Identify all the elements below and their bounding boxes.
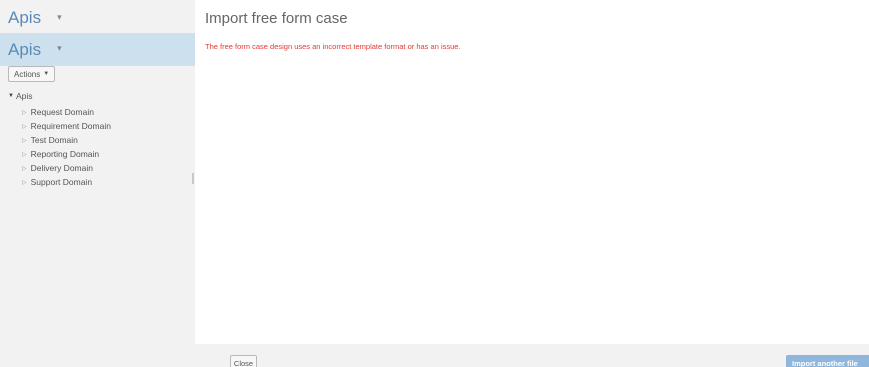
collapsed-triangle-icon: ▷: [22, 179, 27, 186]
tree-item-label: Test Domain: [30, 135, 78, 145]
tree-item[interactable]: ▷ Requirement Domain: [8, 119, 111, 133]
chevron-down-icon: ▾: [57, 11, 62, 22]
tree-item[interactable]: ▷ Test Domain: [8, 133, 111, 147]
tree-item[interactable]: ▷ Request Domain: [8, 105, 111, 119]
collapsed-triangle-icon: ▷: [22, 151, 27, 158]
collapsed-triangle-icon: ▷: [22, 165, 27, 172]
tree-item-label: Delivery Domain: [30, 163, 93, 173]
chevron-down-icon: ▾: [57, 43, 62, 53]
close-button[interactable]: Close: [230, 355, 257, 367]
caret-down-icon: ▼: [43, 71, 50, 77]
main-panel: Import free form case The free form case…: [195, 0, 869, 344]
project-selector-label: Apis: [8, 8, 42, 27]
tree-items: ▷ Request Domain ▷ Requirement Domain ▷ Test …: [8, 105, 111, 189]
collapsed-triangle-icon: ▷: [22, 137, 27, 144]
error-message: The free form case design uses an incorr…: [205, 42, 461, 51]
tree-item-label: Support Domain: [30, 177, 93, 187]
tree-root[interactable]: ▼ Apis: [8, 91, 111, 101]
actions-label: Actions: [14, 69, 41, 79]
import-another-file-button[interactable]: Import another file: [786, 355, 869, 367]
tree-item-label: Reporting Domain: [30, 149, 100, 159]
project-header-label: Apis: [8, 39, 42, 59]
domain-tree: ▼ Apis ▷ Request Domain ▷ Requirement Domai…: [8, 91, 111, 189]
dialog-footer: Close Import another file: [195, 344, 869, 367]
page-title: Import free form case: [205, 10, 348, 27]
collapsed-triangle-icon: ▷: [22, 123, 27, 130]
tree-item-label: Request Domain: [30, 107, 94, 117]
sidebar: Apis ▾ Apis ▾ Actions ▼ ▼ Apis ▷ Request …: [0, 0, 195, 367]
expanded-triangle-icon: ▼: [8, 93, 14, 99]
tree-item-label: Requirement Domain: [30, 121, 111, 131]
tree-item[interactable]: ▷ Support Domain: [8, 175, 111, 189]
collapsed-triangle-icon: ▷: [22, 109, 27, 116]
tree-item[interactable]: ▷ Reporting Domain: [8, 147, 111, 161]
panel-resize-handle[interactable]: [192, 173, 194, 184]
project-header[interactable]: Apis ▾: [0, 33, 195, 66]
tree-item[interactable]: ▷ Delivery Domain: [8, 161, 111, 175]
project-selector[interactable]: Apis ▾: [8, 6, 62, 30]
tree-root-label: Apis: [15, 91, 33, 101]
actions-dropdown-button[interactable]: Actions ▼: [8, 66, 56, 82]
